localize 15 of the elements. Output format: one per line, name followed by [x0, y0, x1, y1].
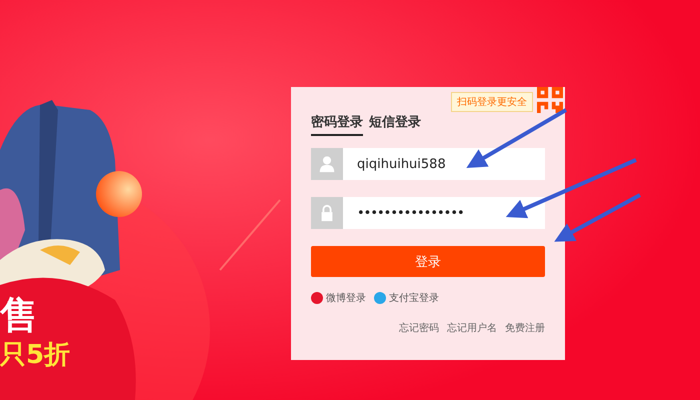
password-field[interactable]: ••••••••••••••••: [311, 197, 545, 229]
social-login-link[interactable]: 微博登录: [311, 291, 366, 305]
account-link[interactable]: 忘记密码: [399, 321, 439, 335]
account-link[interactable]: 免费注册: [505, 321, 545, 335]
banner-subline: 只5折: [0, 339, 70, 372]
qr-tip: 扫码登录更安全: [451, 92, 533, 112]
login-tab[interactable]: 短信登录: [369, 111, 421, 136]
login-tab[interactable]: 密码登录: [311, 111, 363, 136]
lock-icon: [311, 197, 343, 229]
username-field[interactable]: qiqihuihui588: [311, 148, 545, 180]
qr-code-icon[interactable]: [537, 87, 563, 113]
social-login-link[interactable]: 支付宝登录: [374, 291, 439, 305]
account-link[interactable]: 忘记用户名: [447, 321, 497, 335]
login-button[interactable]: 登录: [311, 246, 545, 277]
user-icon: [311, 148, 343, 180]
